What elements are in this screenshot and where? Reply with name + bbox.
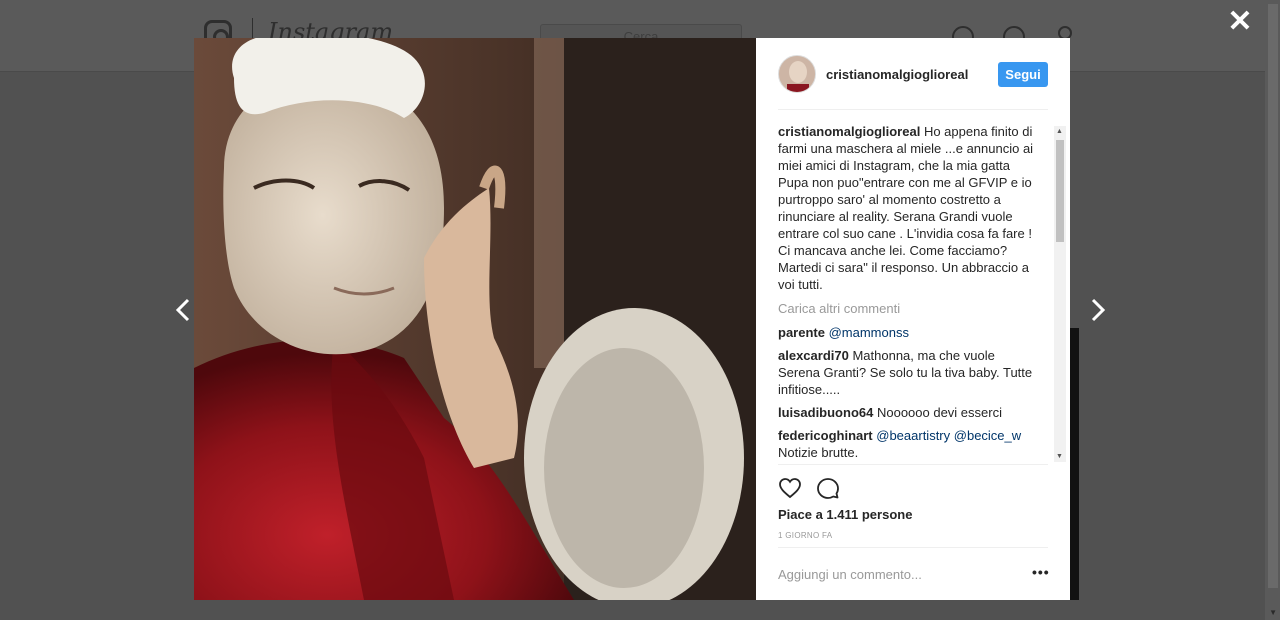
comment-mention[interactable]: @beaartistry <box>876 428 950 443</box>
input-divider <box>778 547 1048 548</box>
comment-mention[interactable]: @mammonss <box>829 325 909 340</box>
comments-scroll-thumb[interactable] <box>1056 140 1064 242</box>
comment-bubble-icon <box>817 478 839 499</box>
comment-username[interactable]: parente <box>778 325 825 340</box>
comment-item: parente @mammonss <box>778 324 1034 341</box>
post-caption: cristianomalgioglioreal Ho appena finito… <box>778 123 1034 293</box>
comment-text: Noooooo devi esserci <box>876 405 1002 420</box>
comment-item: alexcardi70 Mathonna, ma che vuole Seren… <box>778 347 1034 398</box>
scroll-up-arrow-icon[interactable]: ▲ <box>1056 128 1063 135</box>
actions-divider <box>778 464 1048 465</box>
more-options-button[interactable]: ••• <box>1032 564 1050 580</box>
scroll-down-arrow-icon[interactable]: ▼ <box>1056 453 1063 460</box>
comment-mention[interactable]: @becice_w <box>954 428 1021 443</box>
comments-scrollbar[interactable]: ▲ ▼ <box>1054 126 1066 462</box>
avatar[interactable] <box>778 55 816 93</box>
page-scrollbar[interactable]: ▼ <box>1265 0 1280 620</box>
close-button[interactable]: ✕ <box>1226 7 1254 37</box>
scroll-down-arrow-icon[interactable]: ▼ <box>1269 608 1277 617</box>
comment-text: Notizie brutte. <box>778 445 859 460</box>
post-header: cristianomalgioglioreal Segui <box>778 38 1048 110</box>
next-post-button[interactable] <box>1083 296 1111 324</box>
load-more-comments-link[interactable]: Carica altri commenti <box>778 300 1034 317</box>
follow-button[interactable]: Segui <box>998 62 1048 87</box>
comments-list[interactable]: cristianomalgioglioreal Ho appena finito… <box>778 122 1052 464</box>
post-timestamp[interactable]: 1 GIORNO FA <box>778 531 832 540</box>
post-photo-illustration <box>194 38 756 600</box>
post-photo[interactable] <box>194 38 756 600</box>
add-comment-input[interactable] <box>778 564 1018 584</box>
like-button[interactable] <box>778 476 802 500</box>
comment-username[interactable]: alexcardi70 <box>778 348 849 363</box>
comment-button[interactable] <box>816 476 840 500</box>
post-details-panel: cristianomalgioglioreal Segui cristianom… <box>756 38 1070 600</box>
caption-text: Ho appena finito di farmi una maschera a… <box>778 124 1034 292</box>
chevron-right-icon <box>1091 298 1106 322</box>
likes-count[interactable]: Piace a 1.411 persone <box>778 507 912 522</box>
comment-username[interactable]: luisadibuono64 <box>778 405 873 420</box>
comment-username[interactable]: federicoghinart <box>778 428 873 443</box>
caption-username[interactable]: cristianomalgioglioreal <box>778 124 920 139</box>
page-scroll-thumb[interactable] <box>1268 4 1278 588</box>
comment-item: luisadibuono64 Noooooo devi esserci <box>778 404 1034 421</box>
comment-item: federicoghinart @beaartistry @becice_w N… <box>778 427 1034 461</box>
avatar-image <box>779 56 815 92</box>
background-post-edge <box>1070 328 1079 600</box>
post-author-username[interactable]: cristianomalgioglioreal <box>826 67 968 82</box>
heart-icon <box>779 478 801 499</box>
